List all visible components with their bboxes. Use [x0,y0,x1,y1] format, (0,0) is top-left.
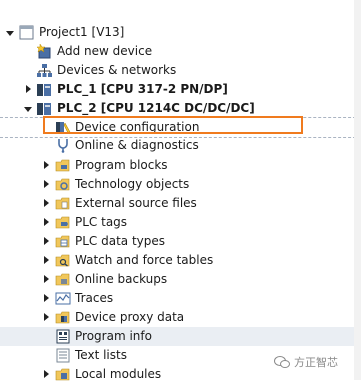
expand-arrow-icon[interactable] [42,274,50,284]
tree-item-traces[interactable]: Traces [0,289,361,308]
expand-arrow-icon[interactable] [42,236,50,246]
wechat-icon [274,356,290,368]
expand-arrow-icon[interactable] [42,312,50,322]
expand-arrow-icon[interactable] [42,179,50,189]
diagnostics-icon [58,139,68,153]
expand-arrow-icon[interactable] [42,293,50,303]
tree-item-label: PLC_2 [CPU 1214C DC/DC/DC] [57,101,255,115]
project-tree: Project1 [V13] Add new device Devices & … [0,0,361,381]
tree-item-plc-data-types[interactable]: PLC data types [0,232,361,251]
tree-item-label: External source files [75,196,197,210]
watermark: 方正智芯 [274,354,338,370]
folder-icon [55,235,70,248]
tree-item-label: Watch and force tables [75,253,214,267]
expand-arrow-icon[interactable] [42,198,50,208]
tree-item-label: Project1 [V13] [39,25,125,39]
tree-item-online-diagnostics[interactable]: Online & diagnostics [0,136,361,155]
tree-item-technology-objects[interactable]: Technology objects [0,175,361,194]
plc-icon [37,84,51,96]
tree-item-label: PLC tags [75,215,128,229]
tree-item-label: Traces [75,291,114,305]
text-list-icon [56,348,70,363]
tree-item-project[interactable]: Project1 [V13] [0,23,361,42]
tree-item-label: PLC_1 [CPU 317-2 PN/DP] [57,82,228,96]
tree-item-label: Device configuration [75,120,200,134]
tree-item-device-proxy-data[interactable]: Device proxy data [0,308,361,327]
tree-item-online-backups[interactable]: Online backups [0,270,361,289]
watermark-text: 方正智芯 [294,356,338,369]
folder-icon [55,159,70,172]
tree-item-label: Program blocks [75,158,168,172]
tree-item-label: Devices & networks [57,63,177,77]
tree-item-label: Online backups [75,272,168,286]
tree-item-program-blocks[interactable]: Program blocks [0,156,361,175]
tree-item-label: Program info [75,329,152,343]
folder-icon [55,178,70,191]
vertical-scrollbar[interactable] [354,0,361,380]
device-configuration-icon [56,122,71,134]
tree-item-watch-force-tables[interactable]: Watch and force tables [0,251,361,270]
folder-icon [55,216,70,229]
project-icon [19,25,34,40]
program-info-icon [56,329,70,344]
expand-arrow-icon[interactable] [24,84,32,94]
tree-item-program-info[interactable]: Program info [0,327,361,346]
tree-item-plc-tags[interactable]: PLC tags [0,213,361,232]
network-icon [37,64,52,77]
trace-icon [55,292,71,305]
collapse-arrow-icon[interactable] [24,103,32,113]
folder-icon [55,311,70,324]
folder-icon [55,197,70,210]
tree-item-plc1[interactable]: PLC_1 [CPU 317-2 PN/DP] [0,80,361,99]
tree-item-label: Text lists [75,348,127,362]
expand-arrow-icon[interactable] [42,217,50,227]
tree-item-label: Device proxy data [75,310,185,324]
tree-item-label: PLC data types [75,234,166,248]
expand-arrow-icon[interactable] [42,160,50,170]
expand-arrow-icon[interactable] [42,369,50,379]
tree-item-add-new-device[interactable]: Add new device [0,42,361,61]
tree-item-device-configuration[interactable]: Device configuration [0,117,361,138]
collapse-arrow-icon[interactable] [6,27,14,37]
tree-item-label: Technology objects [75,177,190,191]
add-device-icon [36,44,51,59]
folder-icon [55,273,70,286]
expand-arrow-icon[interactable] [42,255,50,265]
tree-item-devices-networks[interactable]: Devices & networks [0,61,361,80]
tree-item-plc2[interactable]: PLC_2 [CPU 1214C DC/DC/DC] [0,99,361,118]
plc-icon [37,103,51,115]
folder-icon [55,254,70,267]
tree-item-label: Online & diagnostics [75,138,199,152]
tree-item-label: Add new device [57,44,153,58]
tree-item-external-source-files[interactable]: External source files [0,194,361,213]
